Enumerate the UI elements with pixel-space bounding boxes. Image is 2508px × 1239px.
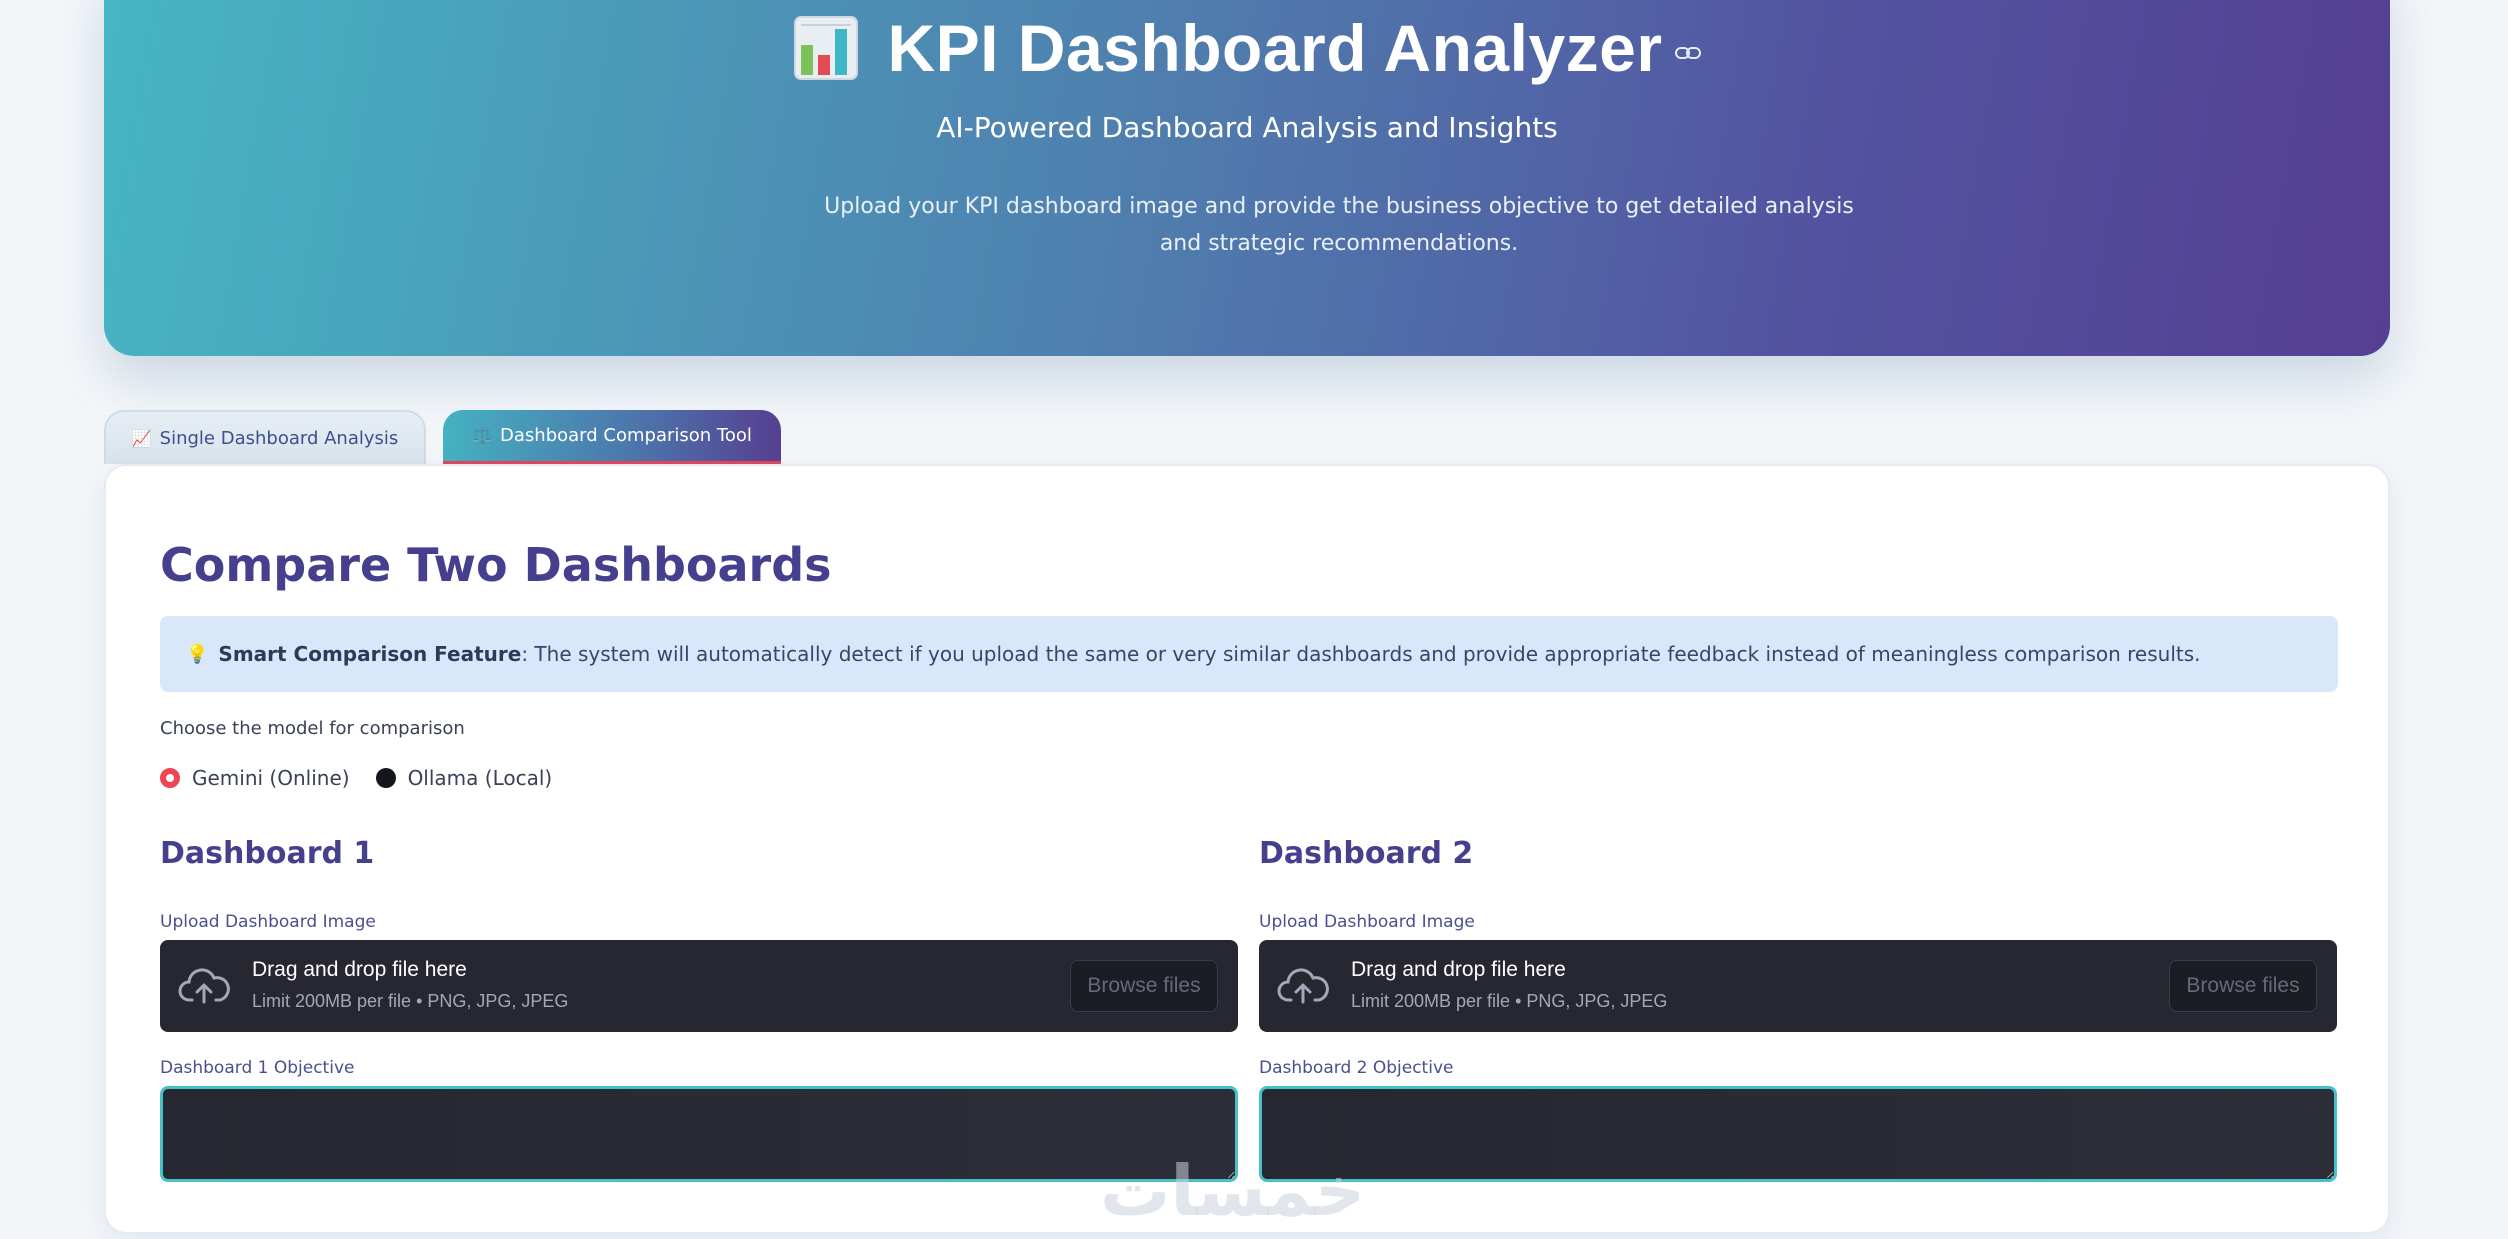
browse-files-button[interactable]: Browse files [2169,960,2317,1012]
page-title: KPI Dashboard Analyzer [887,11,1663,85]
radio-label: Gemini (Online) [192,766,350,790]
file-limit-text: Limit 200MB per file • PNG, JPG, JPEG [1351,991,1668,1011]
objective-label: Dashboard 2 Objective [1259,1058,1454,1078]
trend-chart-icon: 📈 [131,428,152,448]
upload-label: Upload Dashboard Image [1259,912,1475,932]
browse-files-button[interactable]: Browse files [1070,960,1218,1012]
info-alert: 💡 Smart Comparison Feature: The system w… [160,616,2338,692]
info-text: Smart Comparison Feature: The system wil… [218,642,2200,666]
dashboard-1-objective-input[interactable] [160,1086,1238,1182]
file-dropzone-1[interactable]: Drag and drop file here Limit 200MB per … [160,940,1238,1032]
model-select-label: Choose the model for comparison [160,718,465,739]
section-title: Compare Two Dashboards [160,538,832,592]
upload-label: Upload Dashboard Image [160,912,376,932]
watermark-logo: خمسات [1100,1150,1366,1232]
comparison-panel: Compare Two Dashboards 💡 Smart Compariso… [104,464,2390,1234]
hero-banner: KPI Dashboard Analyzer AI-Powered Dashbo… [104,0,2390,356]
radio-ollama[interactable]: Ollama (Local) [375,766,553,790]
dashboard-1-title: Dashboard 1 [160,836,375,871]
objective-label: Dashboard 1 Objective [160,1058,355,1078]
hero-title-row: KPI Dashboard Analyzer [104,10,2390,86]
cloud-upload-icon [178,968,230,1004]
radio-selected-indicator[interactable] [160,768,180,788]
hero-subtitle: AI-Powered Dashboard Analysis and Insigh… [936,111,1558,144]
dashboard-2-title: Dashboard 2 [1259,836,1474,871]
file-limit-text: Limit 200MB per file • PNG, JPG, JPEG [252,991,569,1011]
radio-gemini[interactable]: Gemini (Online) [160,766,350,790]
info-bold-text: Smart Comparison Feature [218,642,522,666]
lightbulb-icon: 💡 [186,643,209,665]
model-radio-group: Gemini (Online) Ollama (Local) [160,766,578,790]
tab-label: Single Dashboard Analysis [159,427,399,449]
info-body-text: : The system will automatically detect i… [521,642,2201,666]
hero-description: Upload your KPI dashboard image and prov… [824,194,1854,256]
drop-text: Drag and drop file here [252,958,467,981]
tab-single-dashboard-analysis[interactable]: 📈 Single Dashboard Analysis [104,410,426,464]
dashboard-2-objective-input[interactable] [1259,1086,2337,1182]
drop-text: Drag and drop file here [1351,958,1566,981]
tab-label: Dashboard Comparison Tool [500,425,752,446]
radio-label: Ollama (Local) [407,766,553,790]
radio-unselected-indicator[interactable] [375,768,396,788]
link-icon[interactable] [1674,45,1701,61]
tab-dashboard-comparison-tool[interactable]: ⚖️ Dashboard Comparison Tool [443,410,781,464]
cloud-upload-icon [1277,968,1329,1004]
dashboard-1-column: Dashboard 1 Upload Dashboard Image Drag … [160,836,1238,1182]
file-dropzone-2[interactable]: Drag and drop file here Limit 200MB per … [1259,940,2337,1032]
scales-icon: ⚖️ [472,426,493,445]
bar-chart-icon [794,16,859,80]
dashboard-2-column: Dashboard 2 Upload Dashboard Image Drag … [1259,836,2337,1182]
